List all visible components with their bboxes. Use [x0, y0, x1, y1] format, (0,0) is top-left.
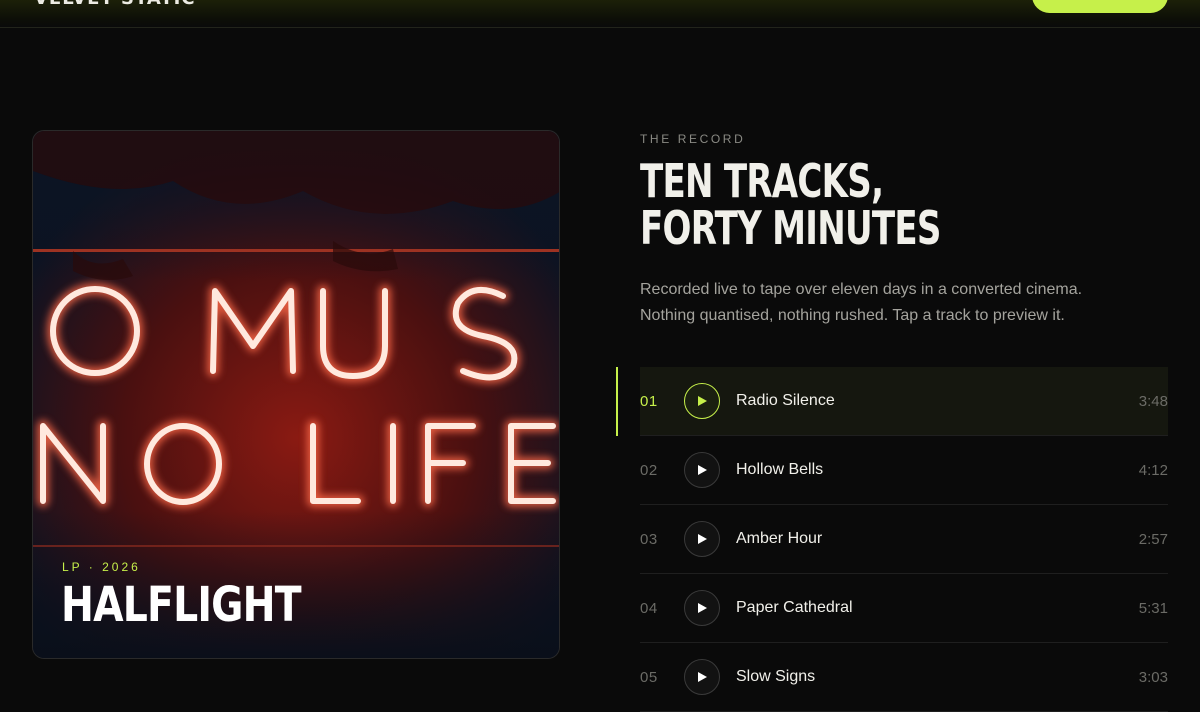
track-title: Radio Silence: [736, 392, 835, 409]
track-row[interactable]: 02 Hollow Bells 4:12: [640, 436, 1168, 505]
play-button[interactable]: [684, 521, 720, 557]
section-intro-line1: Recorded live to tape over eleven days i…: [640, 281, 1083, 298]
cover-eyebrow: LP · 2026: [62, 560, 141, 574]
track-number: 02: [640, 462, 658, 479]
section-intro: Recorded live to tape over eleven days i…: [640, 277, 1160, 329]
track-duration: 4:12: [1138, 462, 1168, 479]
brand-logo[interactable]: VELVET STATIC: [34, 0, 196, 9]
play-icon: [698, 465, 707, 475]
play-icon: [698, 396, 707, 406]
header-cta-button[interactable]: [1032, 0, 1168, 13]
tracklist: 01 Radio Silence 3:48 02 Hollow Bells 4:…: [616, 367, 1168, 712]
section-title-line1: TEN TRACKS,: [640, 154, 884, 208]
track-row[interactable]: 03 Amber Hour 2:57: [640, 505, 1168, 574]
track-title: Slow Signs: [736, 668, 816, 685]
section-title-line2: FORTY MINUTES: [640, 201, 941, 255]
top-nav: VELVET STATIC: [0, 0, 1200, 28]
album-cover: LP · 2026 HALFLIGHT: [32, 130, 560, 659]
track-number: 05: [640, 669, 658, 686]
track-number: 01: [640, 393, 658, 410]
play-button[interactable]: [684, 659, 720, 695]
track-number: 04: [640, 600, 658, 617]
play-button[interactable]: [684, 590, 720, 626]
track-title: Paper Cathedral: [736, 599, 853, 616]
track-row[interactable]: 01 Radio Silence 3:48: [616, 367, 1168, 436]
section-intro-line2: Nothing quantised, nothing rushed. Tap a…: [640, 307, 1065, 324]
track-duration: 3:48: [1138, 393, 1168, 410]
play-icon: [698, 534, 707, 544]
section-title: TEN TRACKS, FORTY MINUTES: [640, 158, 1025, 252]
track-duration: 3:03: [1138, 669, 1168, 686]
section-eyebrow: THE RECORD: [640, 132, 746, 146]
play-icon: [698, 603, 707, 613]
track-title: Hollow Bells: [736, 461, 824, 478]
track-number: 03: [640, 531, 658, 548]
album-title: HALFLIGHT: [61, 577, 302, 633]
track-title: Amber Hour: [736, 530, 823, 547]
active-indicator: [616, 367, 618, 436]
play-icon: [698, 672, 707, 682]
play-button[interactable]: [684, 383, 720, 419]
track-duration: 2:57: [1138, 531, 1168, 548]
play-button[interactable]: [684, 452, 720, 488]
track-row[interactable]: 05 Slow Signs 3:03: [640, 643, 1168, 712]
track-duration: 5:31: [1138, 600, 1168, 617]
track-row[interactable]: 04 Paper Cathedral 5:31: [640, 574, 1168, 643]
